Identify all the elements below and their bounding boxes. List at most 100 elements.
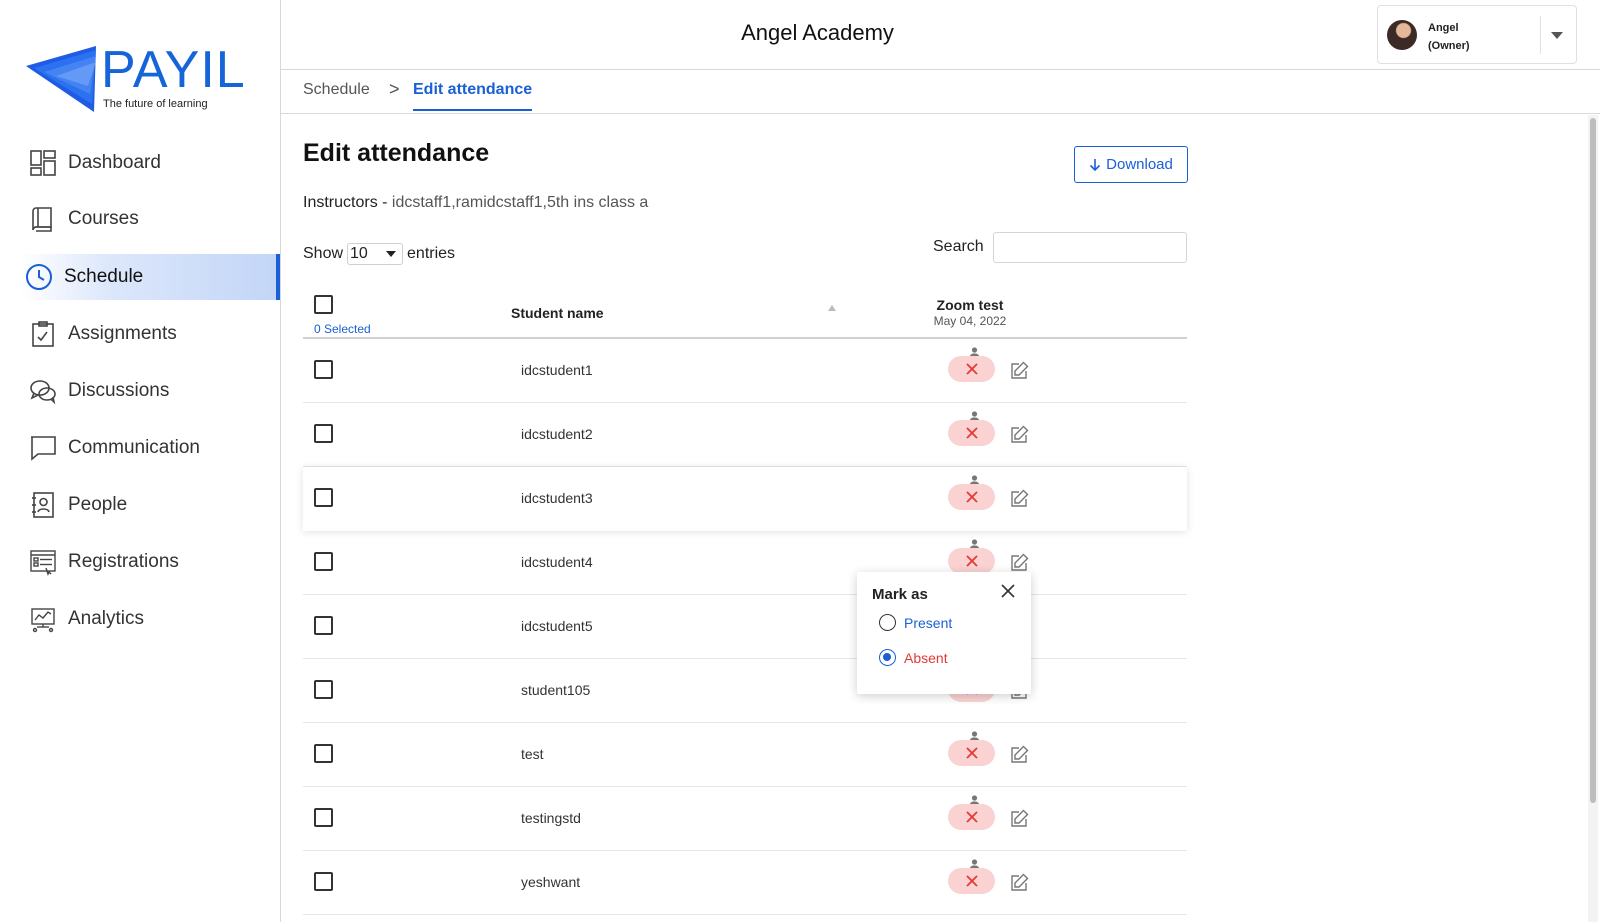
table-row: testingstd <box>303 787 1187 851</box>
sort-asc-icon[interactable] <box>828 305 836 311</box>
column-student-name[interactable]: Student name <box>511 305 604 321</box>
option-present-label: Present <box>904 614 953 631</box>
row-checkbox[interactable] <box>314 680 333 699</box>
row-checkbox[interactable] <box>314 552 333 571</box>
column-session-date: May 04, 2022 <box>933 314 1007 328</box>
close-x-icon <box>965 555 978 567</box>
brand-name: PAYIL <box>101 41 246 99</box>
contact-book-icon <box>28 490 58 520</box>
sidebar-item-label: Registrations <box>68 551 179 572</box>
sidebar-item-label: Assignments <box>68 323 177 344</box>
sidebar-item-label: People <box>68 494 128 515</box>
table-row: yeshwant <box>303 851 1187 915</box>
radio-present[interactable]: Present <box>879 614 952 631</box>
breadcrumb-edit-attendance[interactable]: Edit attendance <box>413 81 533 111</box>
sidebar-item-courses[interactable]: Courses <box>0 196 280 242</box>
breadcrumb: Schedule > Edit attendance <box>281 70 1600 114</box>
sidebar-item-label: Analytics <box>68 608 145 629</box>
student-name: student105 <box>521 682 591 698</box>
close-x-icon <box>965 747 978 759</box>
download-label: Download <box>1106 156 1173 173</box>
chevron-right-icon: > <box>389 79 400 99</box>
close-x-icon <box>965 811 978 823</box>
user-menu[interactable]: Angel (Owner) <box>1377 5 1577 64</box>
download-button[interactable]: Download <box>1074 146 1188 183</box>
chevron-down-icon[interactable] <box>1551 32 1563 39</box>
student-name: idcstudent2 <box>521 426 593 442</box>
radio-absent-control[interactable] <box>879 649 896 666</box>
close-x-icon <box>965 363 978 375</box>
registration-form-icon <box>28 547 58 577</box>
attendance-status-absent[interactable] <box>948 356 995 382</box>
instructors-line: Instructors - idcstaff1,ramidcstaff1,5th… <box>303 194 648 212</box>
row-checkbox[interactable] <box>314 360 333 379</box>
row-checkbox[interactable] <box>314 808 333 827</box>
student-name: yeshwant <box>521 874 581 890</box>
row-checkbox[interactable] <box>314 424 333 443</box>
student-name: idcstudent4 <box>521 554 593 570</box>
sidebar-item-people[interactable]: People <box>0 482 280 528</box>
entries-select[interactable]: 10 <box>347 243 404 265</box>
row-checkbox[interactable] <box>314 744 333 763</box>
sidebar-item-analytics[interactable]: Analytics <box>0 596 280 642</box>
selected-count: 0 Selected <box>314 322 371 336</box>
sidebar-item-registrations[interactable]: Registrations <box>0 539 280 585</box>
edit-icon[interactable] <box>1009 359 1031 386</box>
attendance-status-absent[interactable] <box>948 868 995 894</box>
sidebar-item-label: Courses <box>68 208 139 229</box>
user-info: Angel (Owner) <box>1428 19 1470 55</box>
select-all-checkbox[interactable] <box>314 295 333 314</box>
column-session-title: Zoom test <box>936 297 1004 313</box>
search-input[interactable] <box>993 232 1187 263</box>
option-absent-label: Absent <box>904 649 948 666</box>
table-row: idcstudent5 <box>303 595 1187 659</box>
user-menu-divider <box>1540 16 1541 54</box>
sidebar-item-label: Communication <box>68 437 200 458</box>
student-name: idcstudent3 <box>521 490 593 506</box>
caret-down-icon <box>386 251 397 257</box>
attendance-status-absent[interactable] <box>948 804 995 830</box>
chat-bubbles-icon <box>28 376 58 406</box>
sidebar-item-communication[interactable]: Communication <box>0 425 280 471</box>
radio-absent[interactable]: Absent <box>879 649 948 666</box>
row-checkbox[interactable] <box>314 488 333 507</box>
user-role: (Owner) <box>1428 40 1470 52</box>
scrollbar-thumb[interactable] <box>1590 118 1596 803</box>
attendance-status-absent[interactable] <box>948 420 995 446</box>
academy-title: Angel Academy <box>741 20 894 45</box>
book-icon <box>28 204 58 234</box>
page-title: Edit attendance <box>303 139 490 167</box>
edit-icon[interactable] <box>1009 487 1031 514</box>
row-checkbox[interactable] <box>314 616 333 635</box>
main-content: Edit attendance Download Instructors - i… <box>281 115 1586 922</box>
entries-value: 10 <box>350 245 368 262</box>
edit-icon[interactable] <box>1009 743 1031 770</box>
breadcrumb-schedule[interactable]: Schedule <box>303 81 370 99</box>
sidebar-item-assignments[interactable]: Assignments <box>0 311 280 357</box>
student-name: testingstd <box>521 810 581 826</box>
edit-icon[interactable] <box>1009 423 1031 450</box>
attendance-status-absent[interactable] <box>948 740 995 766</box>
table-row: idcstudent4 <box>303 531 1187 595</box>
edit-icon[interactable] <box>1009 871 1031 898</box>
edit-icon[interactable] <box>1009 807 1031 834</box>
brand-tagline: The future of learning <box>103 98 208 110</box>
close-x-icon <box>965 491 978 503</box>
attendance-status-absent[interactable] <box>948 484 995 510</box>
download-arrow-icon <box>1090 158 1101 171</box>
table-row: test <box>303 723 1187 787</box>
analytics-icon <box>28 604 58 634</box>
attendance-status-absent[interactable] <box>948 548 995 574</box>
sidebar-item-dashboard[interactable]: Dashboard <box>0 140 280 186</box>
radio-present-control[interactable] <box>879 614 896 631</box>
sidebar-item-schedule[interactable]: Schedule <box>20 254 280 300</box>
close-icon[interactable] <box>999 582 1017 605</box>
sidebar-item-discussions[interactable]: Discussions <box>0 368 280 414</box>
row-checkbox[interactable] <box>314 872 333 891</box>
entries-control: Show 10 entries <box>303 243 455 265</box>
payil-logo[interactable]: PAYIL The future of learning <box>26 42 266 114</box>
student-name: test <box>521 746 544 762</box>
sidebar-item-label: Discussions <box>68 380 170 401</box>
table-row: idcstudent3 <box>303 467 1187 531</box>
entries-label: entries <box>407 245 456 262</box>
